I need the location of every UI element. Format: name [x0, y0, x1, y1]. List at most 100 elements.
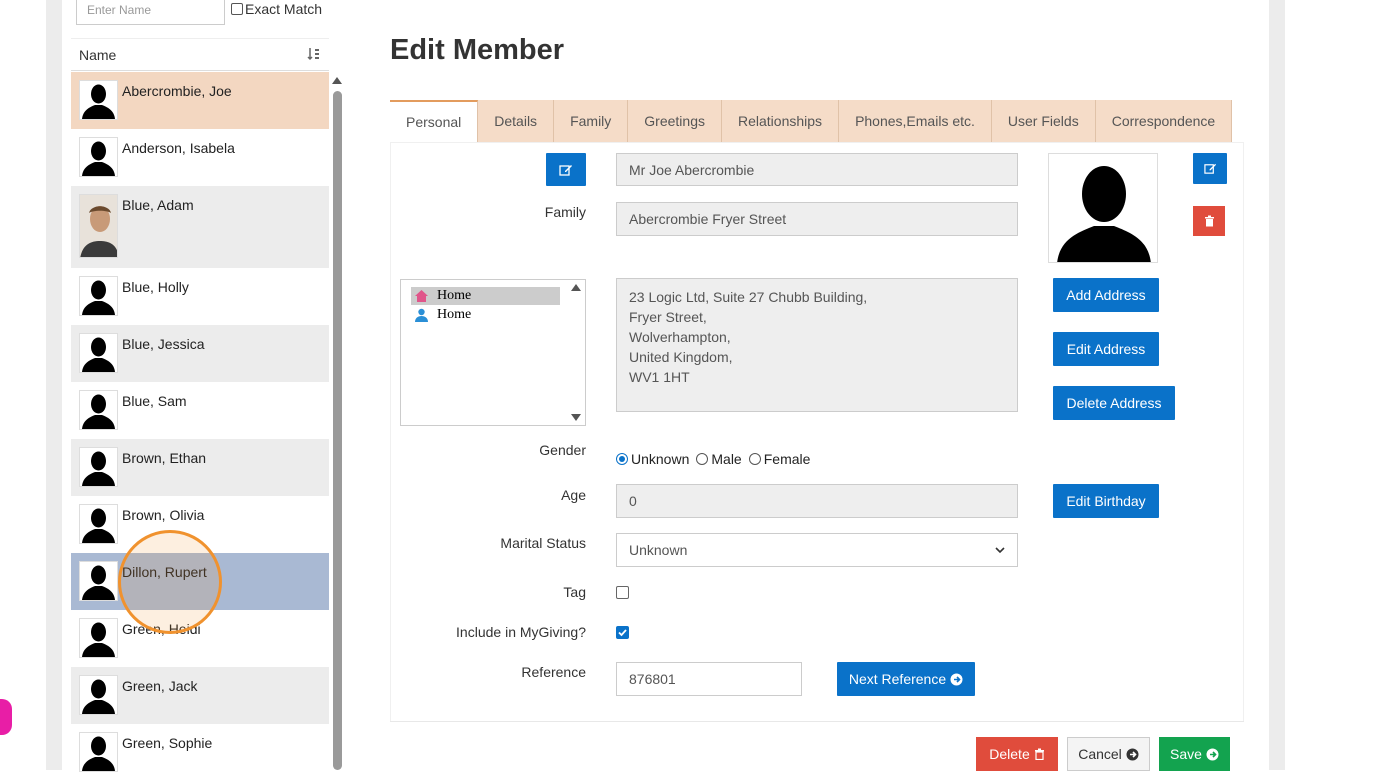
right-gutter [1269, 0, 1285, 770]
person-silhouette-icon [82, 679, 115, 714]
gender-label: Gender [539, 442, 586, 458]
edit-address-button[interactable]: Edit Address [1053, 332, 1159, 366]
tab-greetings[interactable]: Greetings [628, 100, 722, 142]
member-list-item[interactable]: Abercrombie, Joe [71, 72, 329, 129]
member-name: Green, Jack [122, 678, 198, 694]
portrait-photo-icon [80, 195, 117, 257]
tab-phones-emails[interactable]: Phones,Emails etc. [839, 100, 992, 142]
member-name: Brown, Ethan [122, 450, 207, 466]
family-field[interactable]: Abercrombie Fryer Street [616, 202, 1018, 236]
sort-icon[interactable] [307, 47, 321, 64]
member-name: Blue, Holly [122, 279, 189, 295]
address-line: Fryer Street, [629, 309, 707, 325]
edit-name-button[interactable] [546, 153, 586, 186]
member-list-item[interactable]: Blue, Jessica [71, 325, 329, 382]
page-title: Edit Member [390, 34, 565, 66]
exact-match-checkbox[interactable] [231, 3, 243, 15]
person-silhouette-icon [82, 337, 115, 372]
member-list-item[interactable]: Green, Jack [71, 667, 329, 724]
arrow-circle-right-icon [950, 673, 963, 685]
address-scroll-down-icon[interactable] [571, 414, 581, 421]
tag-label: Tag [563, 584, 586, 600]
delete-photo-button[interactable] [1193, 206, 1225, 236]
exact-match-label: Exact Match [245, 1, 323, 17]
member-list-item[interactable]: Blue, Adam [71, 186, 329, 268]
name-search-input[interactable]: Enter Name [76, 0, 225, 25]
next-reference-label: Next Reference [848, 671, 947, 687]
member-list-item[interactable]: Brown, Ethan [71, 439, 329, 496]
tab-relationships[interactable]: Relationships [722, 100, 840, 142]
delete-label: Delete [989, 746, 1030, 762]
member-avatar [79, 333, 118, 373]
person-silhouette-icon [82, 565, 115, 600]
address-line: Wolverhampton, [629, 329, 731, 345]
address-line: United Kingdom, [629, 349, 733, 365]
add-address-button[interactable]: Add Address [1053, 278, 1159, 312]
person-silhouette-icon [82, 394, 115, 429]
address-scroll-up-icon[interactable] [571, 284, 581, 291]
age-label: Age [561, 487, 586, 503]
member-list-item[interactable]: Green, Sophie [71, 724, 329, 781]
member-name: Brown, Olivia [122, 507, 205, 523]
delete-address-button[interactable]: Delete Address [1053, 386, 1175, 420]
member-avatar [79, 80, 118, 120]
reference-input[interactable]: 876801 [616, 662, 802, 696]
tab-details[interactable]: Details [478, 100, 555, 142]
member-avatar [79, 194, 118, 258]
gender-male-radio[interactable] [696, 453, 709, 465]
click-highlight-circle [118, 530, 222, 634]
gender-option-label: Male [711, 451, 742, 467]
address-item-home-personal[interactable]: Home [411, 306, 560, 324]
mygiving-checkbox[interactable] [616, 626, 629, 639]
trash-icon [1204, 215, 1214, 227]
tab-user-fields[interactable]: User Fields [991, 100, 1096, 142]
tag-checkbox[interactable] [616, 586, 629, 599]
save-label: Save [1170, 746, 1202, 762]
member-name: Blue, Sam [122, 393, 187, 409]
person-silhouette-icon [82, 141, 115, 176]
next-reference-button[interactable]: Next Reference [837, 662, 975, 696]
address-line: WV1 1HT [629, 369, 690, 385]
exact-match-option[interactable]: Exact Match [231, 0, 322, 18]
floating-help-tab[interactable] [0, 699, 12, 735]
tab-family[interactable]: Family [554, 100, 629, 142]
person-silhouette-icon [82, 84, 115, 119]
member-list-item[interactable]: Anderson, Isabela [71, 129, 329, 186]
gender-female-radio[interactable] [748, 453, 761, 465]
member-avatar [79, 732, 118, 772]
cancel-button[interactable]: Cancel [1067, 737, 1150, 771]
cancel-label: Cancel [1078, 746, 1122, 762]
scroll-up-arrow[interactable] [332, 77, 342, 84]
marital-status-select[interactable]: Unknown [616, 533, 1018, 567]
member-list-scrollbar[interactable] [333, 91, 342, 770]
member-list-item[interactable]: Blue, Holly [71, 268, 329, 325]
edit-icon [1203, 163, 1216, 174]
save-button[interactable]: Save [1159, 737, 1230, 771]
member-list-header[interactable]: Name [71, 38, 329, 71]
address-list[interactable]: Home Home [400, 279, 586, 426]
age-field: 0 [616, 484, 1018, 518]
display-name-field[interactable]: Mr Joe Abercrombie [616, 153, 1018, 186]
address-item-label: Home [437, 307, 472, 322]
gender-radio-group: Unknown Male Female [616, 451, 810, 467]
mygiving-label: Include in MyGiving? [456, 624, 586, 640]
edit-icon [559, 164, 572, 176]
footer-divider [390, 721, 1244, 722]
arrow-circle-right-icon [1126, 748, 1139, 760]
edit-birthday-button[interactable]: Edit Birthday [1053, 484, 1159, 518]
member-avatar [79, 618, 118, 658]
gender-unknown-radio[interactable] [616, 453, 628, 465]
tab-correspondence[interactable]: Correspondence [1095, 100, 1233, 142]
tab-personal[interactable]: Personal [390, 100, 479, 142]
delete-member-button[interactable]: Delete [976, 737, 1058, 771]
left-gutter [46, 0, 62, 770]
member-name: Blue, Adam [122, 197, 194, 213]
person-silhouette-icon [1057, 166, 1151, 262]
address-item-home-household[interactable]: Home [411, 287, 560, 305]
member-avatar [79, 276, 118, 316]
arrow-circle-right-icon [1206, 748, 1219, 760]
person-silhouette-icon [82, 451, 115, 486]
edit-photo-button[interactable] [1193, 153, 1227, 184]
member-list-item[interactable]: Blue, Sam [71, 382, 329, 439]
person-icon [415, 308, 428, 322]
